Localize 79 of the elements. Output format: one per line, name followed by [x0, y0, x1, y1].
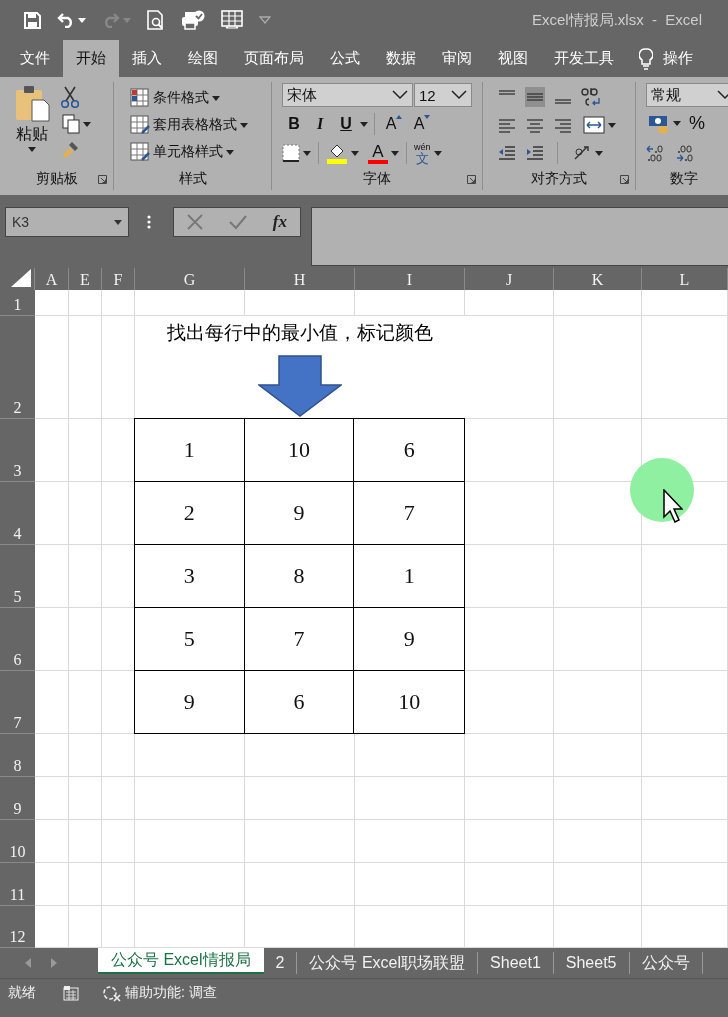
accessibility-status[interactable]: 辅助功能: 调查: [125, 983, 217, 1002]
sheet-tab[interactable]: Sheet1: [478, 952, 554, 974]
column-header[interactable]: K: [554, 268, 642, 290]
row-header[interactable]: 2: [0, 316, 35, 419]
column-header[interactable]: E: [69, 268, 102, 290]
table-cell: 1: [135, 419, 245, 482]
row-header[interactable]: 4: [0, 482, 35, 545]
sheet-tab[interactable]: 2: [263, 952, 298, 974]
phonetic-button[interactable]: wén 文: [414, 142, 431, 164]
table-cell: 3: [135, 545, 245, 608]
column-header[interactable]: A: [35, 268, 69, 290]
font-name-dropdown[interactable]: 宋体: [282, 83, 413, 107]
styles-menu-button[interactable]: 条件格式: [128, 88, 250, 108]
row-header[interactable]: 6: [0, 608, 35, 671]
table-cell: 7: [244, 608, 355, 671]
ribbon-tab[interactable]: 开始: [63, 40, 119, 77]
ribbon-tab[interactable]: 公式: [317, 40, 373, 77]
column-header[interactable]: F: [102, 268, 135, 290]
styles-menu-button[interactable]: 单元格样式: [128, 142, 250, 162]
table-cell: 9: [244, 482, 355, 545]
font-color-button[interactable]: A: [368, 142, 388, 164]
table-cell: 9: [135, 671, 245, 733]
underline-button[interactable]: U: [334, 115, 358, 133]
group-label: 样式: [178, 170, 207, 188]
row-header[interactable]: 10: [0, 820, 35, 863]
sheet-tab[interactable]: 公众号 Excel职场联盟: [297, 952, 479, 974]
row-header[interactable]: 11: [0, 863, 35, 906]
ribbon-tab[interactable]: 绘图: [175, 40, 231, 77]
row-header[interactable]: 3: [0, 419, 35, 482]
ribbon-tab[interactable]: 视图: [485, 40, 541, 77]
table-cell: 10: [244, 419, 355, 482]
status-text: 就绪: [8, 983, 36, 1002]
instruction-text: 找出每行中的最小值，标记颜色: [167, 321, 433, 345]
group-label: 数字: [670, 170, 698, 188]
grow-font-button[interactable]: A: [381, 115, 407, 133]
italic-button[interactable]: I: [308, 115, 332, 133]
ribbon-tab[interactable]: 插入: [119, 40, 175, 77]
column-header[interactable]: L: [642, 268, 728, 290]
table-cell: 5: [135, 608, 245, 671]
table-cell: 2: [135, 482, 245, 545]
row-header[interactable]: 5: [0, 545, 35, 608]
paste-button[interactable]: 粘贴: [14, 82, 50, 168]
table-cell: 7: [354, 482, 464, 545]
window-title: Excel情报局.xlsx - Excel: [531, 10, 702, 30]
column-header[interactable]: J: [465, 268, 554, 290]
column-header[interactable]: G: [135, 268, 245, 290]
name-box[interactable]: K3: [5, 207, 129, 237]
insert-function-button[interactable]: fx: [272, 212, 287, 232]
ribbon-tab[interactable]: 开发工具: [541, 40, 627, 77]
bold-button[interactable]: B: [282, 115, 306, 133]
group-label: 剪贴板: [35, 170, 78, 188]
row-header[interactable]: 9: [0, 777, 35, 820]
row-header[interactable]: 7: [0, 671, 35, 734]
number-format-dropdown[interactable]: 常规: [646, 83, 728, 107]
group-label: 对齐方式: [531, 170, 587, 188]
row-header[interactable]: 1: [0, 290, 35, 316]
ribbon-tab[interactable]: 文件: [7, 40, 63, 77]
percent-button[interactable]: %: [689, 113, 705, 134]
row-header[interactable]: 8: [0, 734, 35, 777]
column-header[interactable]: I: [355, 268, 465, 290]
tell-me-field[interactable]: 操作: [663, 49, 693, 68]
shrink-font-button[interactable]: A: [409, 115, 435, 133]
sheet-tab[interactable]: 公众号: [629, 952, 703, 974]
column-header[interactable]: H: [245, 268, 355, 290]
styles-menu-button[interactable]: 套用表格格式: [128, 115, 250, 135]
sheet-tab[interactable]: Sheet5: [553, 952, 630, 974]
group-label: 字体: [363, 170, 391, 188]
ribbon-tab[interactable]: 页面布局: [231, 40, 317, 77]
ribbon-tab[interactable]: 审阅: [429, 40, 485, 77]
table-cell: 8: [244, 545, 355, 608]
sheet-tab[interactable]: 公众号 Excel情报局: [98, 948, 264, 974]
table-cell: 6: [354, 419, 464, 482]
ribbon-tab[interactable]: 数据: [373, 40, 429, 77]
table-cell: 1: [354, 545, 464, 608]
font-size-dropdown[interactable]: 12: [414, 83, 472, 107]
table-cell-text: 10: [397, 688, 422, 716]
row-header[interactable]: 12: [0, 906, 35, 948]
table-cell: 9: [354, 608, 464, 671]
table-cell: 6: [244, 671, 355, 733]
